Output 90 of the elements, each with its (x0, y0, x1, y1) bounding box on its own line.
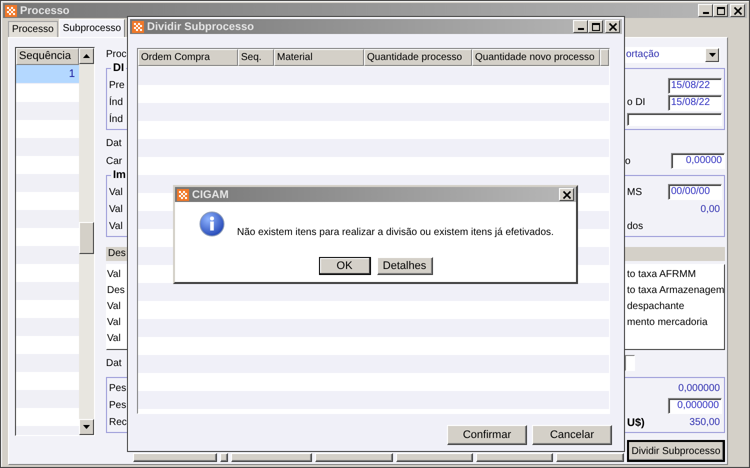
app-logo-icon (177, 188, 189, 200)
field-label: Dat (106, 358, 123, 369)
toolbar-button[interactable] (396, 453, 473, 462)
confirm-button[interactable]: Confirmar (447, 425, 527, 445)
input-field[interactable]: 0,000000 (668, 398, 722, 414)
toolbar-button[interactable] (476, 453, 553, 462)
field-label: Val (107, 317, 122, 328)
split-subprocess-button[interactable]: Dividir Subprocesso (627, 440, 725, 462)
scroll-down-button[interactable] (79, 419, 94, 435)
maximize-icon (716, 6, 726, 16)
app-logo-icon (132, 20, 144, 32)
field-label: Índ (109, 114, 124, 126)
maximize-button[interactable] (588, 20, 603, 33)
window-title: Processo (20, 4, 71, 16)
field-label: MS (627, 186, 643, 198)
column-header (600, 49, 609, 66)
minimize-button[interactable] (573, 20, 588, 33)
input-field[interactable]: 0,00000 (671, 153, 725, 170)
field-label: Proc (106, 49, 127, 60)
field-label: to taxa AFRMM (627, 269, 697, 280)
close-button[interactable] (605, 20, 620, 33)
minimize-button[interactable] (698, 4, 713, 17)
details-button[interactable]: Detalhes (376, 257, 432, 275)
tab[interactable]: Processo (8, 21, 58, 37)
field-label: o DI (627, 97, 646, 108)
minimize-icon (578, 28, 584, 30)
toolbar-button[interactable] (556, 453, 624, 462)
info-icon (199, 211, 225, 237)
field-label: Val (109, 220, 124, 232)
list-row[interactable]: 1 (16, 65, 79, 83)
field-label: Pes (109, 383, 126, 394)
input-field[interactable]: 00/00/00 (668, 184, 722, 200)
close-icon (608, 22, 618, 32)
toolbar-button[interactable] (315, 453, 393, 462)
panel-title: Des (108, 248, 126, 259)
dropdown-button[interactable] (705, 48, 719, 62)
close-button[interactable] (559, 188, 574, 201)
down-arrow-icon (708, 52, 716, 57)
value-text: 350,00 (688, 417, 721, 428)
column-header: Quantidade processo (364, 49, 472, 66)
field-label: U$) (627, 416, 646, 428)
column-header: Sequência (16, 48, 79, 65)
dropdown-field[interactable]: ortação (625, 46, 720, 63)
tab[interactable]: Subprocesso (58, 19, 126, 37)
up-arrow-icon (83, 54, 90, 58)
field-label: to taxa Armazenagem (627, 285, 724, 296)
field-label: Des (107, 285, 126, 296)
input-field[interactable]: 15/08/22 (668, 78, 722, 94)
cancel-button[interactable]: Cancelar (532, 425, 612, 445)
value-text: 0,00 (700, 204, 721, 215)
field-label: Índ (109, 97, 124, 108)
scrollbar-thumb[interactable] (79, 222, 94, 254)
app-logo-icon (5, 4, 17, 16)
field-label: despachante (627, 301, 686, 312)
field-label: o (625, 156, 632, 167)
value-text: 0,000000 (677, 383, 721, 394)
window-title: Dividir Subprocesso (147, 20, 255, 32)
message-text: Não existem itens para realizar a divisão ou existem itens já efetivados. (237, 227, 554, 238)
field-label: Val (107, 333, 122, 344)
field-label: dos (627, 220, 644, 232)
scroll-up-button[interactable] (79, 48, 94, 64)
close-icon (732, 6, 742, 16)
maximize-icon (590, 22, 600, 32)
field-label: mento mercadoria (627, 317, 709, 328)
field-label: Val (109, 204, 124, 215)
minimize-icon (702, 12, 708, 14)
field-label: Dat (106, 138, 123, 150)
input-field[interactable] (627, 113, 722, 126)
toolbar-button[interactable] (133, 453, 217, 462)
input-field[interactable] (625, 355, 635, 372)
field-label: Rec (109, 417, 127, 428)
field-label: Pes (109, 400, 126, 411)
toolbar-button[interactable] (231, 453, 312, 462)
field-label: Val (107, 301, 122, 312)
close-icon (562, 190, 572, 200)
window-title: CIGAM (192, 188, 230, 200)
toolbar-button[interactable] (220, 453, 228, 462)
field-label: Val (107, 269, 122, 280)
column-header: Ordem Compra (138, 49, 238, 66)
field-label: Val (109, 186, 124, 198)
field-label: Pre (109, 80, 125, 92)
ok-button[interactable]: OK (318, 257, 370, 275)
maximize-button[interactable] (713, 4, 728, 17)
close-button[interactable] (730, 4, 745, 17)
column-header: Material (274, 49, 364, 66)
column-header: Quantidade novo processo (472, 49, 600, 66)
column-header: Seq. (238, 49, 274, 66)
field-label: Car (106, 156, 124, 167)
down-arrow-icon (83, 425, 90, 429)
input-field[interactable]: 15/08/22 (668, 94, 722, 111)
